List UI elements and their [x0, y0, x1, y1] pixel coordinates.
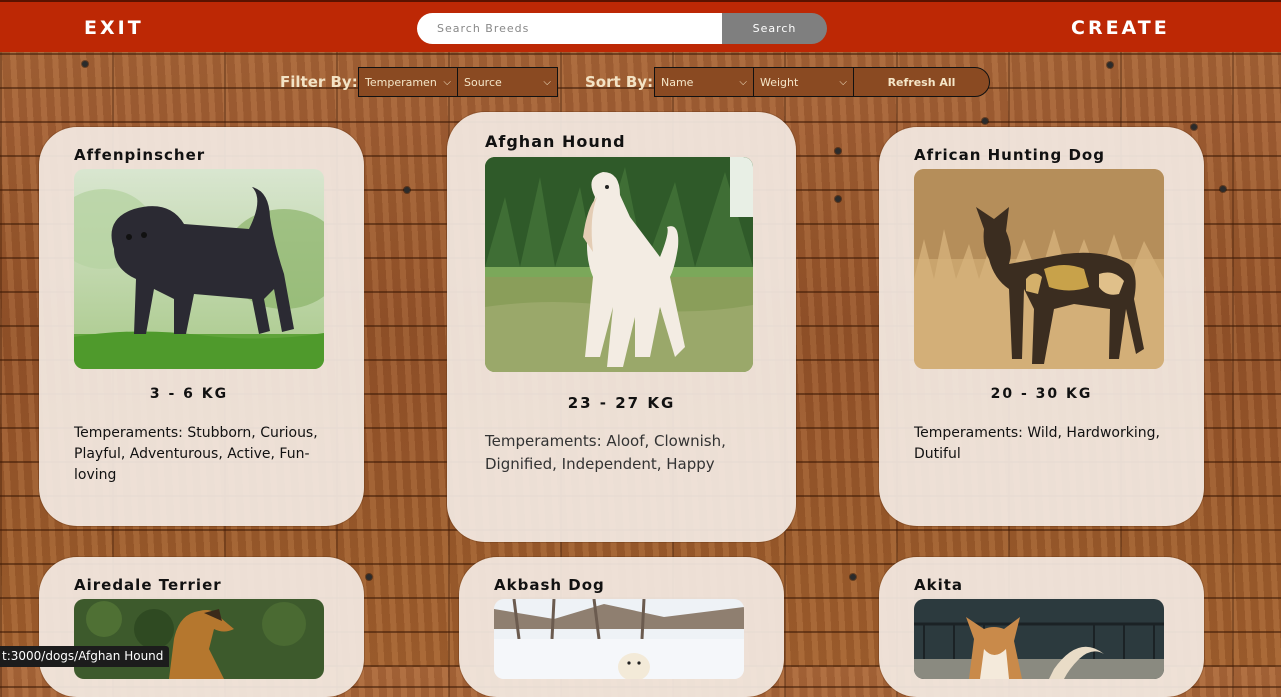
dog-card-title: Airedale Terrier	[74, 576, 222, 594]
dog-weight: 20 - 30 KG	[990, 386, 1093, 402]
top-navbar: EXIT Search CREATE	[0, 0, 1281, 52]
refresh-all-button[interactable]: Refresh All	[853, 67, 990, 97]
dog-temperaments: Temperaments: Stubborn, Curious, Playful…	[74, 425, 318, 483]
dog-card-title: Akita	[914, 576, 964, 594]
dog-image	[914, 599, 1164, 679]
dog-card-title: African Hunting Dog	[914, 146, 1105, 164]
chevron-down-icon: ⌵	[739, 76, 747, 88]
name-sort-value: Name	[661, 75, 694, 89]
nail-decoration	[404, 187, 410, 193]
weight-sort-value: Weight	[760, 75, 799, 89]
weight-sort-select[interactable]: Weight ⌵	[753, 67, 854, 97]
dog-card[interactable]: Airedale Terrier	[39, 557, 364, 697]
chevron-down-icon: ⌵	[543, 76, 551, 88]
search-input[interactable]	[417, 13, 723, 44]
dog-weight: 3 - 6 KG	[149, 386, 229, 402]
temperament-filter-select[interactable]: Temperamen ⌵	[358, 67, 458, 97]
dog-image	[914, 169, 1164, 369]
dog-card[interactable]: African Hunting Dog 20 - 30 KG Temperame…	[879, 127, 1204, 526]
source-filter-value: Source	[464, 75, 502, 89]
dog-temperaments: Temperaments: Aloof, Clownish, Dignified…	[485, 432, 726, 473]
name-sort-select[interactable]: Name ⌵	[654, 67, 754, 97]
nail-decoration	[835, 148, 841, 154]
sort-label: Sort By:	[585, 73, 654, 91]
nail-decoration	[1191, 124, 1197, 130]
dog-card-title: Akbash Dog	[494, 576, 605, 594]
dog-image	[485, 157, 753, 372]
temperament-filter-value: Temperamen	[365, 75, 437, 89]
dog-card[interactable]: Akbash Dog	[459, 557, 784, 697]
search-bar: Search	[417, 13, 827, 44]
filter-label: Filter By:	[280, 73, 358, 91]
dog-temperaments: Temperaments: Wild, Hardworking, Dutiful	[914, 425, 1160, 462]
dog-weight: 23 - 27 KG	[567, 394, 676, 412]
nail-decoration	[982, 118, 988, 124]
dog-card[interactable]: Akita	[879, 557, 1204, 697]
dog-image	[494, 599, 744, 679]
dog-image	[74, 169, 324, 369]
dog-card[interactable]: Affenpinscher 3 - 6 KG Temperaments: Stu…	[39, 127, 364, 526]
dog-card[interactable]: Afghan Hound 23 - 27 KG Temperaments: Al…	[447, 112, 796, 542]
dog-image	[74, 599, 324, 679]
chevron-down-icon: ⌵	[443, 76, 451, 88]
nail-decoration	[835, 196, 841, 202]
chevron-down-icon: ⌵	[839, 76, 847, 88]
nail-decoration	[82, 61, 88, 67]
browser-status-url: t:3000/dogs/Afghan Hound	[0, 646, 170, 667]
nail-decoration	[1220, 186, 1226, 192]
source-filter-select[interactable]: Source ⌵	[457, 67, 558, 97]
create-button[interactable]: CREATE	[1071, 17, 1170, 39]
nail-decoration	[850, 574, 856, 580]
dog-card-title: Afghan Hound	[485, 132, 626, 151]
nail-decoration	[1107, 62, 1113, 68]
dog-card-title: Affenpinscher	[74, 146, 206, 164]
exit-button[interactable]: EXIT	[84, 17, 144, 39]
search-button[interactable]: Search	[722, 13, 827, 44]
nail-decoration	[366, 574, 372, 580]
